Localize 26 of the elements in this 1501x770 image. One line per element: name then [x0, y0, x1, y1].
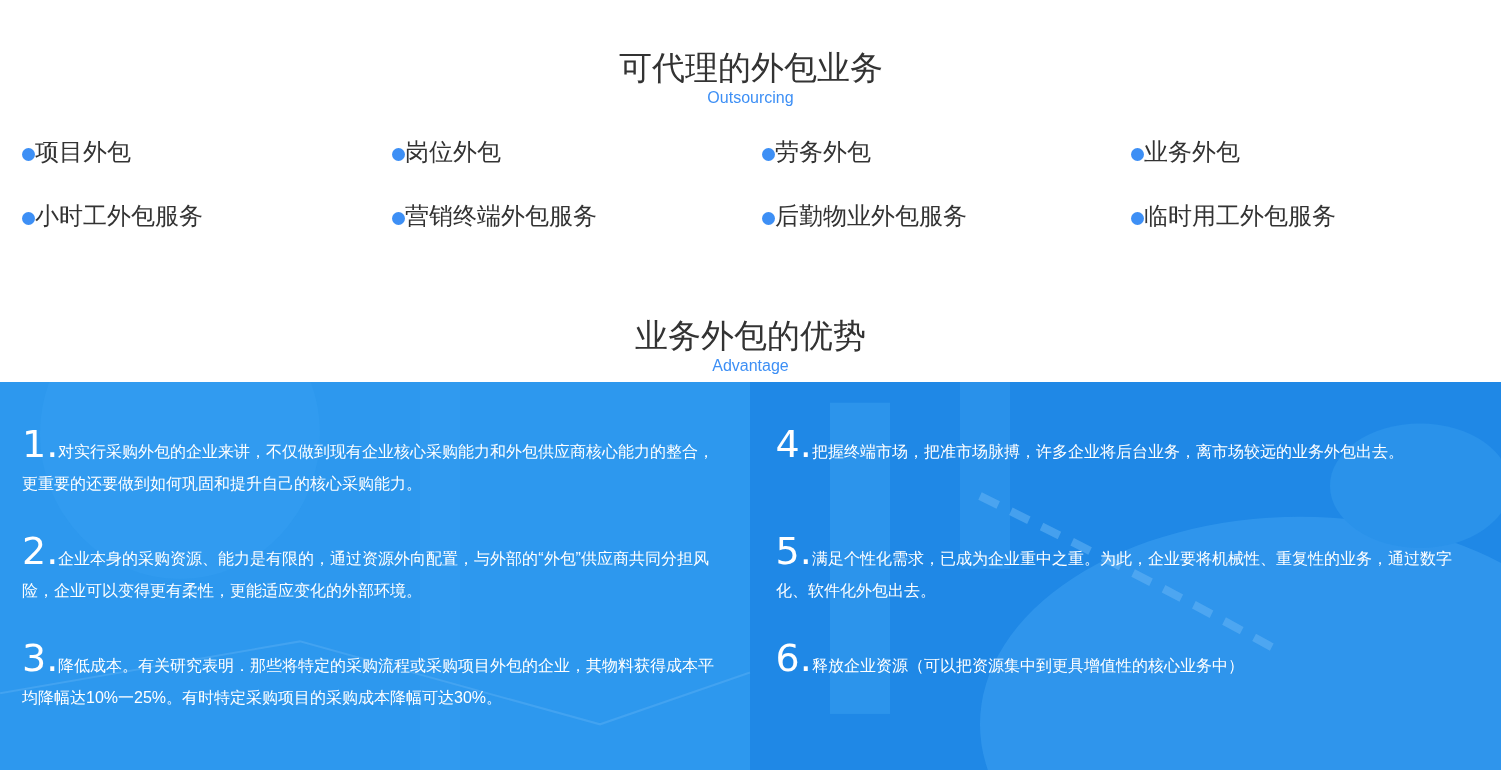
service-item: 岗位外包 [404, 138, 501, 166]
bullet-icon [22, 147, 35, 161]
section-title: 业务外包的优势 [635, 316, 866, 356]
advantage-text: 6.释放企业资源（可以把资源集中到更具增值性的核心业务中） [775, 642, 1245, 682]
section-subtitle: Outsourcing [707, 88, 794, 108]
bullet-icon [22, 211, 35, 225]
service-item: 业务外包 [1144, 138, 1241, 166]
bullet-icon [1131, 211, 1145, 225]
bullet-icon [1131, 147, 1145, 161]
service-item: 营销终端外包服务 [404, 202, 597, 230]
advantage-text: 5.满足个性化需求，已成为企业重中之重。为此，企业要将机械性、重复性的业务，通过数字化、软件化外包出去。 [775, 535, 1453, 601]
bullet-icon [761, 147, 775, 161]
bullet-icon [391, 211, 405, 225]
service-item: 临时用工外包服务 [1144, 202, 1337, 230]
service-item: 后勤物业外包服务 [774, 202, 967, 230]
advantage-text: 4.把握终端市场，把准市场脉搏，许多企业将后台业务，离市场较远的业务外包出去。 [775, 428, 1405, 468]
service-item: 项目外包 [35, 138, 131, 166]
advantage-text: 1.对实行采购外包的企业来讲，不仅做到现有企业核心采购能力和外包供应商核心能力的整合，更重要的还要做到如何巩固和提升自己的核心采购能力。 [22, 428, 716, 494]
bullet-icon [761, 211, 775, 225]
section-title: 可代理的外包业务 [618, 48, 883, 88]
advantage-text: 2.企业本身的采购资源、能力是有限的，通过资源外向配置，与外部的“外包”供应商共同分担风险，企业可以变得更有柔性，更能适应变化的外部环境。 [22, 535, 710, 601]
section-subtitle: Advantage [712, 356, 789, 376]
service-item: 劳务外包 [774, 138, 871, 166]
bullet-icon [391, 147, 405, 161]
advantage-text: 3.降低成本。有关研究表明．那些将特定的采购流程或采购项目外包的企业，其物料获得成本平均降幅达10%一25%。有时特定采购项目的采购成本降幅可达30%。 [22, 642, 716, 708]
service-item: 小时工外包服务 [35, 202, 203, 230]
